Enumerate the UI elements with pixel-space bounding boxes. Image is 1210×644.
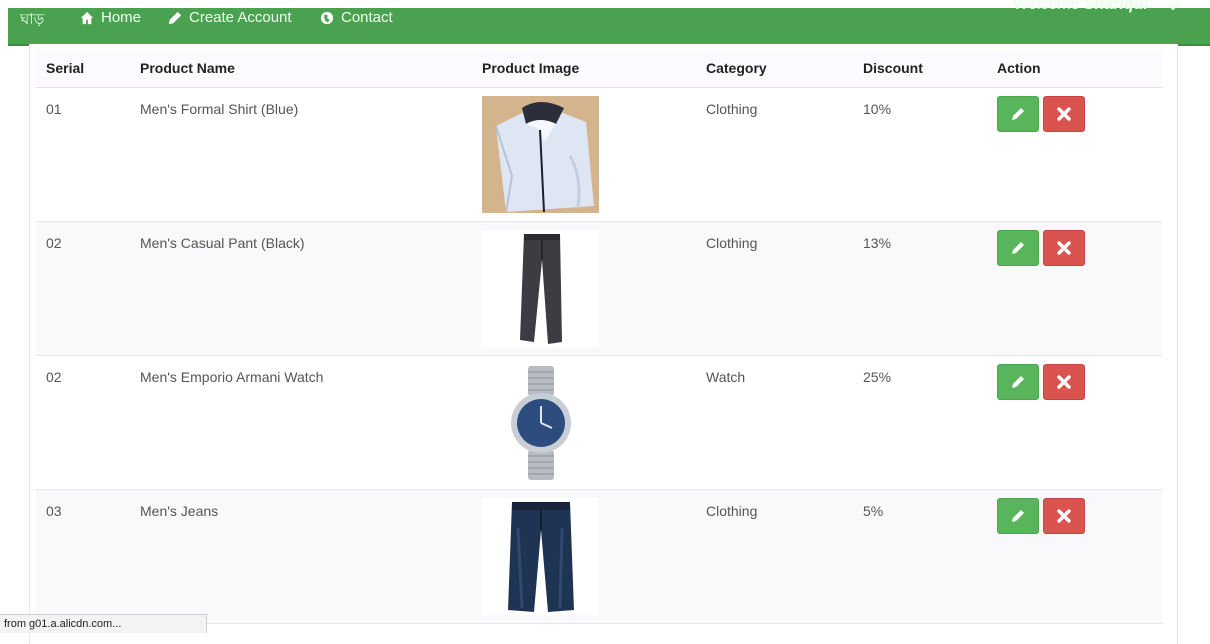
product-image-watch — [482, 363, 599, 481]
cell-serial: 01 — [46, 100, 62, 117]
delete-button[interactable] — [1043, 497, 1085, 534]
pencil-icon — [1012, 509, 1024, 522]
close-icon — [1057, 106, 1071, 121]
cell-product-name: Men's Emporio Armani Watch — [140, 368, 324, 385]
welcome-username: Shariqul — [1083, 0, 1148, 13]
top-navbar: ঘাড় Home Create Account Contact Welcome… — [8, 0, 1210, 46]
header-product-image: Product Image — [482, 60, 580, 77]
chevron-down-icon[interactable] — [1166, 0, 1180, 14]
nav-contact-link[interactable]: Contact — [320, 9, 393, 26]
cell-discount: 25% — [863, 368, 892, 385]
edit-button[interactable] — [997, 229, 1039, 266]
product-table-panel: Serial Product Name Product Image Catego… — [29, 44, 1178, 644]
header-discount: Discount — [863, 60, 923, 77]
close-icon — [1057, 240, 1071, 255]
nav-create-account-link[interactable]: Create Account — [168, 9, 292, 26]
cell-category: Clothing — [706, 100, 758, 117]
cell-discount: 5% — [863, 502, 884, 519]
table-row: 01 Men's Formal Shirt (Blue) Clothing 10… — [36, 87, 1162, 221]
cell-category: Watch — [706, 368, 746, 385]
product-image-jeans — [482, 497, 599, 615]
nav-create-account-label: Create Account — [189, 9, 292, 26]
cell-category: Clothing — [706, 234, 758, 251]
delete-button[interactable] — [1043, 363, 1085, 400]
cell-discount: 13% — [863, 234, 892, 251]
browser-status-bar: from g01.a.alicdn.com... — [0, 614, 207, 633]
cell-serial: 02 — [46, 234, 62, 251]
pencil-icon — [1012, 375, 1024, 388]
table-row: 02 Men's Emporio Armani Watch Watch 25% — [36, 355, 1162, 489]
header-serial: Serial — [46, 60, 85, 77]
header-category: Category — [706, 60, 767, 77]
table-row: 03 Men's Jeans Clothing 5% — [36, 489, 1162, 623]
close-icon — [1057, 508, 1071, 523]
nav-home-label: Home — [101, 9, 142, 26]
table-header-row: Serial Product Name Product Image Catego… — [36, 50, 1162, 87]
home-icon — [80, 11, 94, 24]
cell-serial: 02 — [46, 368, 62, 385]
pencil-icon — [168, 11, 182, 24]
header-product-name: Product Name — [140, 60, 235, 77]
cell-serial: 03 — [46, 502, 62, 519]
edit-button[interactable] — [997, 497, 1039, 534]
edit-button[interactable] — [997, 95, 1039, 132]
header-action: Action — [997, 60, 1041, 77]
close-icon — [1057, 374, 1071, 389]
cell-product-name: Men's Formal Shirt (Blue) — [140, 100, 299, 117]
product-image-pant — [482, 229, 599, 347]
cell-discount: 10% — [863, 100, 892, 117]
nav-contact-label: Contact — [341, 9, 393, 26]
product-table: Serial Product Name Product Image Catego… — [36, 50, 1162, 624]
welcome-prefix: Welcome — [1013, 0, 1084, 13]
delete-button[interactable] — [1043, 229, 1085, 266]
cell-product-name: Men's Jeans — [140, 502, 219, 519]
cell-product-name: Men's Casual Pant (Black) — [140, 234, 305, 251]
table-row: 02 Men's Casual Pant (Black) Clothing 13… — [36, 221, 1162, 355]
delete-button[interactable] — [1043, 95, 1085, 132]
welcome-menu[interactable]: Welcome Shariqul — [1013, 0, 1148, 14]
cell-category: Clothing — [706, 502, 758, 519]
brand-logo[interactable]: ঘাড় — [20, 8, 44, 33]
edit-button[interactable] — [997, 363, 1039, 400]
nav-home-link[interactable]: Home — [80, 9, 141, 26]
pencil-icon — [1012, 107, 1024, 120]
pencil-icon — [1012, 241, 1024, 254]
globe-icon — [320, 11, 334, 24]
product-image-shirt — [482, 95, 599, 213]
